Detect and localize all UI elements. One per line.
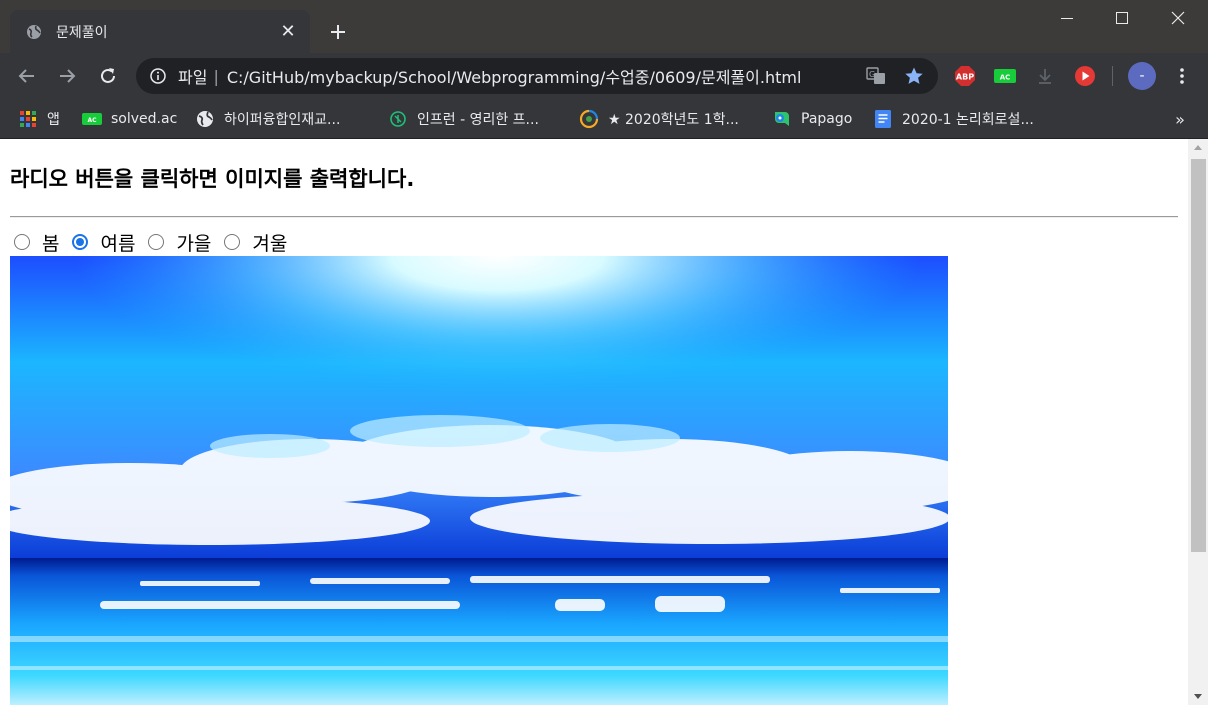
radio-label-summer: 여름 <box>100 232 136 255</box>
reload-button[interactable] <box>93 61 123 91</box>
radio-option-summer[interactable]: 여름 <box>72 229 135 256</box>
bookmark-label: 2020-1 논리회로설... <box>902 112 1034 128</box>
bookmark-semester[interactable]: ★ 2020학년도 1학... <box>579 106 739 132</box>
bookmark-label: solved.ac <box>111 111 178 127</box>
radio-option-spring[interactable]: 봄 <box>14 229 59 256</box>
solved-ac-extension-icon[interactable]: AC <box>992 63 1018 89</box>
google-docs-icon <box>873 110 893 128</box>
url-text[interactable]: C:/GitHub/mybackup/School/Webprogramming… <box>227 64 862 88</box>
address-bar[interactable]: 파일 | C:/GitHub/mybackup/School/Webprogra… <box>136 58 938 94</box>
bookmark-hyper-convergence[interactable]: 하이퍼융합인재교... <box>195 106 340 132</box>
apps-grid-icon <box>18 111 38 127</box>
bookmark-label: 앱 <box>47 112 60 128</box>
inflearn-icon <box>388 111 408 127</box>
scroll-down-arrow-icon[interactable] <box>1188 688 1208 705</box>
bookmark-label: ★ 2020학년도 1학... <box>608 112 739 128</box>
bookmark-papago[interactable]: Papago <box>772 106 852 132</box>
scheme-separator: | <box>213 66 219 86</box>
profile-initial: - <box>1139 68 1145 84</box>
minimize-button[interactable] <box>1039 0 1095 36</box>
adblock-plus-icon[interactable]: ABP <box>952 63 978 89</box>
bookmark-label: 하이퍼융합인재교... <box>224 112 341 128</box>
bookmark-label: 인프런 - 영리한 프... <box>417 112 539 128</box>
translate-icon[interactable]: G <box>862 62 890 90</box>
tab-title: 문제풀이 <box>56 24 108 41</box>
file-scheme-label: 파일 <box>178 68 208 87</box>
svg-text:AC: AC <box>87 117 97 124</box>
browser-tab[interactable]: 문제풀이 ✕ <box>10 10 310 53</box>
school-logo-icon <box>579 109 599 129</box>
bookmark-star-icon[interactable] <box>900 62 928 90</box>
globe-icon <box>26 24 42 40</box>
radio-option-winter[interactable]: 겨울 <box>224 229 287 256</box>
globe-icon <box>195 111 215 127</box>
bookmark-apps[interactable]: 앱 <box>18 106 60 132</box>
bookmark-inflearn[interactable]: 인프런 - 영리한 프... <box>388 106 539 132</box>
radio-label-winter: 겨울 <box>252 232 288 255</box>
radio-winter[interactable] <box>224 234 241 250</box>
radio-summer[interactable] <box>72 234 89 250</box>
new-tab-button[interactable] <box>324 18 352 46</box>
bookmarks-overflow-button[interactable]: » <box>1170 106 1190 132</box>
radio-label-spring: 봄 <box>42 232 60 255</box>
menu-kebab-icon[interactable] <box>1169 63 1195 89</box>
bookmarks-bar: 앱 AC solved.ac 하이퍼융합인재교... 인프런 - 영리한 프..… <box>0 99 1208 139</box>
bookmark-label: Papago <box>801 111 853 127</box>
bookmark-solved-ac[interactable]: AC solved.ac <box>82 106 177 132</box>
radio-autumn[interactable] <box>148 234 165 250</box>
info-icon[interactable] <box>150 68 166 84</box>
page-viewport: 라디오 버튼을 클릭하면 이미지를 출력합니다. 봄 여름 가을 겨울 <box>0 139 1208 705</box>
profile-avatar[interactable]: - <box>1128 62 1156 90</box>
back-button[interactable] <box>12 61 42 91</box>
svg-text:AC: AC <box>1000 74 1011 82</box>
tab-close-icon[interactable]: ✕ <box>278 21 298 42</box>
svg-text:ABP: ABP <box>956 73 974 82</box>
scroll-up-arrow-icon[interactable] <box>1188 139 1208 156</box>
maximize-button[interactable] <box>1094 0 1150 36</box>
horizontal-rule <box>10 216 1178 218</box>
season-radio-group: 봄 여름 가을 겨울 <box>14 229 300 256</box>
youtube-extension-icon[interactable] <box>1072 63 1098 89</box>
forward-button[interactable] <box>52 61 82 91</box>
scroll-thumb[interactable] <box>1191 159 1206 552</box>
papago-icon <box>772 111 792 127</box>
page-heading: 라디오 버튼을 클릭하면 이미지를 출력합니다. <box>10 167 415 191</box>
bookmark-logic-circuit[interactable]: 2020-1 논리회로설... <box>873 106 1034 132</box>
radio-option-autumn[interactable]: 가을 <box>148 229 211 256</box>
summer-beach-image <box>10 256 948 705</box>
close-window-button[interactable] <box>1150 0 1206 36</box>
browser-toolbar: 파일 | C:/GitHub/mybackup/School/Webprogra… <box>0 53 1208 99</box>
radio-spring[interactable] <box>14 234 30 250</box>
solved-ac-icon: AC <box>82 111 102 127</box>
toolbar-divider <box>1112 66 1113 86</box>
svg-text:G: G <box>869 70 875 79</box>
radio-label-autumn: 가을 <box>176 232 212 255</box>
download-icon[interactable] <box>1032 63 1058 89</box>
title-bar: 문제풀이 ✕ <box>0 0 1208 53</box>
vertical-scrollbar[interactable] <box>1188 139 1208 705</box>
